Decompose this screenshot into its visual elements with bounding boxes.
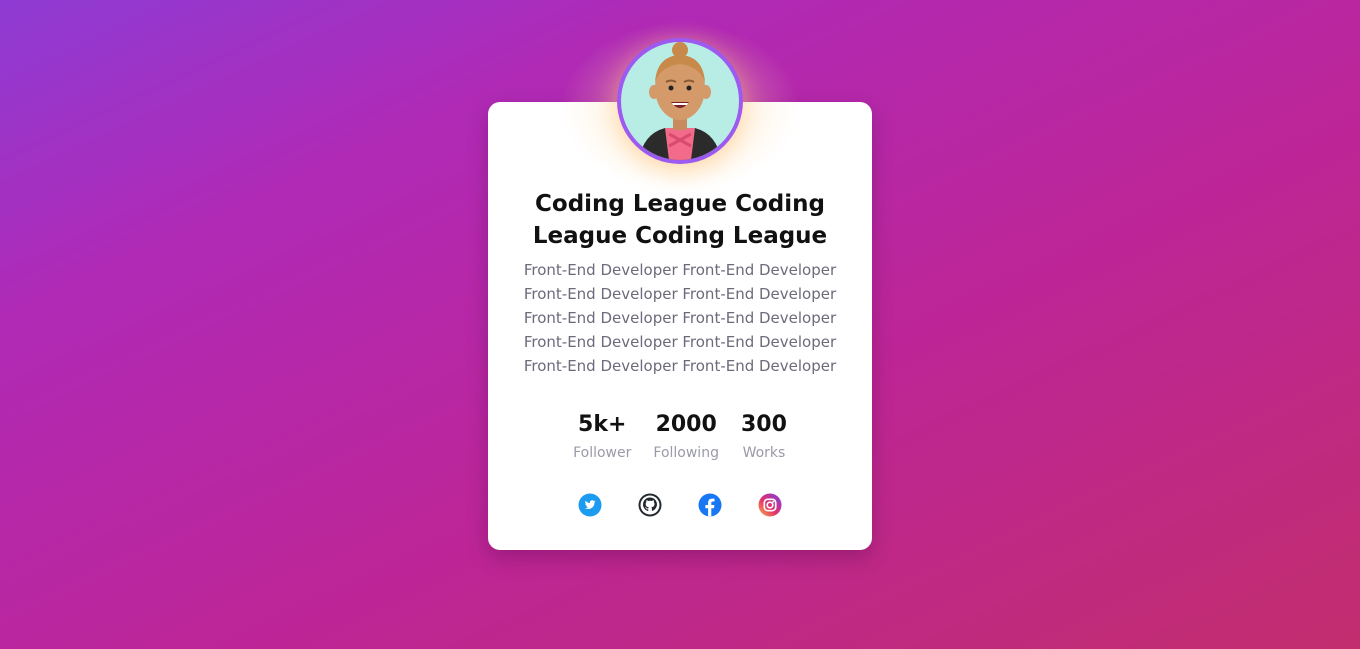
stats-row: 5k+ Follower 2000 Following 300 Works [488,410,872,464]
avatar-illustration [621,42,739,160]
stat-follower: 5k+ Follower [573,410,631,464]
instagram-icon [758,493,782,517]
facebook-link[interactable] [698,493,722,517]
twitter-icon [578,493,602,517]
github-link[interactable] [638,493,662,517]
facebook-icon [698,493,722,517]
stat-value: 300 [740,412,787,437]
avatar [617,38,743,164]
stat-label: Follower [573,445,632,461]
github-icon [638,493,662,517]
social-links [488,493,872,517]
stat-value: 2000 [655,412,717,437]
stat-label: Works [742,445,786,461]
stat-following: 2000 Following [653,410,719,464]
instagram-link[interactable] [758,493,782,517]
twitter-link[interactable] [578,493,602,517]
stat-value: 5k+ [578,412,627,437]
stat-label: Following [653,445,719,461]
profile-name: Coding League Coding League Coding Leagu… [532,191,828,249]
profile-role: Front-End Developer Front-End Developer … [523,261,837,375]
stat-works: 300 Works [741,410,787,464]
